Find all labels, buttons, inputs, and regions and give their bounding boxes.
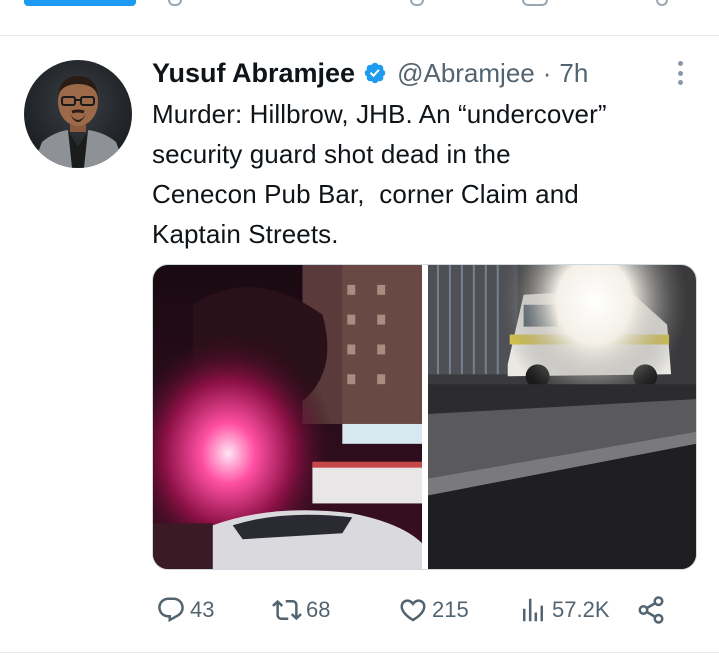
verified-badge-icon (363, 61, 387, 85)
reply-count: 43 (190, 597, 215, 622)
reply-button[interactable]: 43 (156, 590, 214, 630)
reply-icon (158, 597, 184, 623)
previous-tweet-remnant (0, 0, 719, 36)
views-icon (523, 598, 543, 622)
share-icon[interactable] (656, 0, 668, 6)
tweet-header: Yusuf Abramjee @Abramjee · 7h (152, 56, 588, 90)
media-photo-2[interactable] (428, 265, 696, 569)
views-icon[interactable] (522, 0, 548, 6)
divider (0, 652, 719, 653)
like-count: 215 (432, 597, 469, 622)
author-name[interactable]: Yusuf Abramjee (152, 58, 355, 89)
share-button[interactable] (636, 590, 670, 630)
share-icon (638, 596, 664, 624)
tweet-text: Murder: Hillbrow, JHB. An “undercover” s… (152, 99, 607, 249)
separator-dot: · (542, 57, 552, 88)
views-button[interactable]: 57.2K (518, 590, 610, 630)
media-photo-1[interactable] (153, 265, 423, 569)
views-count: 57.2K (552, 597, 610, 622)
tweet-media-grid (152, 264, 697, 570)
like-icon[interactable] (410, 0, 424, 6)
avatar[interactable] (24, 60, 132, 168)
retweet-icon (272, 599, 302, 621)
tab-indicator (24, 0, 136, 6)
retweet-count: 68 (306, 597, 331, 622)
heart-icon (400, 599, 426, 622)
reply-icon[interactable] (168, 0, 182, 6)
retweet-button[interactable]: 68 (272, 590, 330, 630)
tweet-actions: 43 68 215 57.2K (152, 590, 712, 630)
like-button[interactable]: 215 (398, 590, 469, 630)
author-handle[interactable]: @Abramjee (397, 58, 535, 89)
more-options-icon[interactable] (672, 58, 688, 88)
tweet-timestamp[interactable]: 7h (559, 58, 588, 89)
